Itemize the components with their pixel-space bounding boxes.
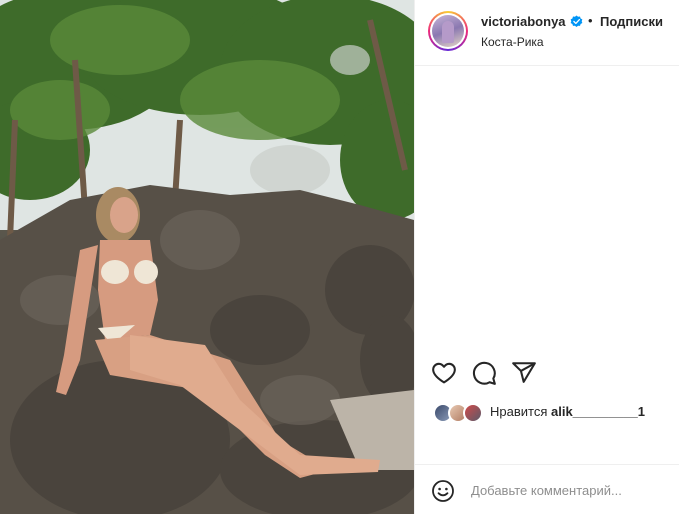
post-header: victoriabonya • Подписки Коста-Рика: [415, 0, 679, 66]
comment-input[interactable]: [471, 479, 671, 501]
heart-icon[interactable]: [431, 360, 457, 386]
liker-avatars[interactable]: [433, 403, 487, 423]
username-link[interactable]: victoriabonya: [481, 14, 566, 29]
comment-icon[interactable]: [471, 360, 497, 386]
avatar[interactable]: [428, 11, 468, 51]
liker-avatar: [463, 403, 483, 423]
avatar-frame: [430, 13, 466, 49]
likes-row: Нравится alik_________1: [415, 400, 679, 426]
post-photo[interactable]: [0, 0, 414, 514]
comment-bar: [415, 464, 679, 514]
likes-prefix: Нравится: [490, 404, 548, 419]
avatar-image: [432, 15, 464, 47]
post-photo-illustration: [0, 0, 414, 514]
post-side-panel: victoriabonya • Подписки Коста-Рика Нрав…: [414, 0, 679, 514]
post-actions: [415, 360, 679, 390]
location-link[interactable]: Коста-Рика: [481, 35, 544, 49]
smiley-icon[interactable]: [431, 479, 455, 503]
likes-text: Нравится alik_________1: [490, 404, 645, 419]
separator-dot: •: [588, 13, 593, 28]
following-button[interactable]: Подписки: [600, 14, 663, 29]
share-icon[interactable]: [511, 360, 537, 386]
likes-user-link[interactable]: alik_________1: [551, 404, 645, 419]
verified-badge-icon: [570, 15, 583, 27]
